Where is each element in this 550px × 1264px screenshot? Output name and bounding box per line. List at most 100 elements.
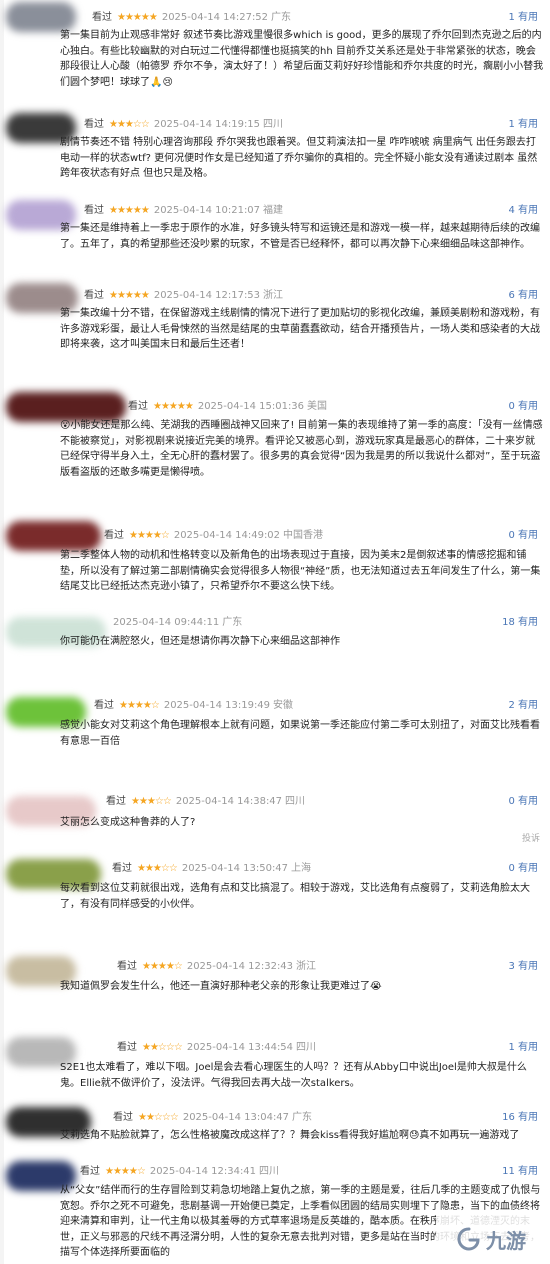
useful-vote-button[interactable]: 11 有用 — [502, 1164, 538, 1180]
watched-label: 看过 — [104, 530, 124, 541]
nine-game-logo-icon — [457, 1227, 480, 1251]
review-meta: 看过 ★★★★☆ 2025-04-14 12:32:43 浙江 — [117, 959, 316, 975]
watched-label: 看过 — [84, 119, 104, 130]
review-location: 四川 — [263, 119, 284, 130]
useful-vote-button[interactable]: 16 有用 — [502, 1110, 538, 1126]
review-text: 感觉小能女对艾莉这个角色理解根本上就有问题，如果说第一季还能应付第二季可太别扭了… — [60, 720, 540, 747]
review-meta: 看过 ★★★★★ 2025-04-14 10:21:07 福建 — [84, 203, 283, 219]
review-date: 2025-04-14 15:01:36 — [197, 401, 305, 412]
review-meta: 看过 ★★★★★ 2025-04-14 12:17:53 浙江 — [84, 288, 283, 304]
review-text: 艾丽怎么变成这种鲁莽的人了? — [60, 817, 196, 828]
review-text: 艾莉选角不贴脸就算了，怎么性格被魔改成这样了？？舞会kiss看得我好尴尬啊😓真不… — [60, 1130, 520, 1141]
watched-label: 看过 — [94, 700, 114, 711]
review-text: 😮小能女还是那么纯、芜湖我的西睡圈战神又回来了! 目前第一集的表现维持了第一季的… — [60, 420, 543, 478]
avatar[interactable] — [6, 521, 101, 551]
review-location: 美国 — [307, 401, 328, 412]
rating-stars: ★★★★☆ — [129, 530, 170, 541]
review-date: 2025-04-14 14:19:15 — [153, 119, 261, 130]
useful-vote-button[interactable]: 0 有用 — [508, 861, 538, 877]
review-date: 2025-04-14 14:49:02 — [173, 530, 281, 541]
useful-vote-button[interactable]: 1 有用 — [508, 10, 538, 26]
report-link[interactable]: 投诉 — [522, 831, 540, 844]
review-date: 2025-04-14 12:17:53 — [153, 290, 261, 301]
review-text: 剧情节奏还不错 特别心理咨询那段 乔尔哭我也跟着哭。但艾莉演法扣一星 咋咋唬唬 … — [60, 137, 538, 179]
review-text: 第一集目前为止观感非常好 叙述节奏比游戏里慢很多which is good，更多… — [60, 30, 544, 88]
rating-stars: ★★★★★ — [109, 290, 150, 301]
review-date: 2025-04-14 13:50:47 — [181, 863, 289, 874]
useful-vote-button[interactable]: 18 有用 — [502, 615, 538, 631]
watched-label: 看过 — [113, 1112, 133, 1123]
review-text: 第一集改编十分不错，在保留游戏主线剧情的情况下进行了更加贴切的影视化改编，兼顾美… — [60, 308, 540, 350]
review-meta: 看过 ★★★★★ 2025-04-14 14:27:52 广东 — [92, 10, 291, 26]
rating-stars: ★★★☆☆ — [131, 796, 172, 807]
review-location: 浙江 — [263, 290, 284, 301]
review-meta: 看过 ★★★★☆ 2025-04-14 12:34:41 四川 — [80, 1164, 279, 1180]
review-text: 你可能仍在满腔怒火，但还是想请你再次静下心来细品这部神作 — [60, 636, 340, 647]
review-meta: 看过 ★★★★★ 2025-04-14 15:01:36 美国 — [128, 399, 327, 415]
review-text: 第一集还是维持着上一季忠于原作的水准，好多镜头特写和运镜还是和游戏一模一样，越来… — [60, 223, 540, 250]
watched-label: 看过 — [112, 863, 132, 874]
review-location: 上海 — [291, 863, 312, 874]
useful-vote-button[interactable]: 6 有用 — [508, 288, 538, 304]
review-text: 我知道佩罗会发生什么，他还一直演好那种老父亲的形象让我更难过了😭 — [60, 981, 382, 992]
rating-stars: ★★☆☆☆ — [142, 1042, 183, 1053]
review-location: 四川 — [296, 1042, 317, 1053]
useful-vote-button[interactable]: 1 有用 — [508, 1040, 538, 1056]
review-meta: 2025-04-14 09:44:11 广东 — [113, 615, 242, 631]
review-meta: 看过 ★★★★☆ 2025-04-14 14:49:02 中国香港 — [104, 528, 323, 544]
useful-vote-button[interactable]: 1 有用 — [508, 117, 538, 133]
useful-vote-button[interactable]: 3 有用 — [508, 959, 538, 975]
review-text: S2E1也太难看了，难以下咽。Joel是会去看心理医生的人吗？？还有从Abby口… — [60, 1062, 527, 1089]
review-meta: 看过 ★★★☆☆ 2025-04-14 14:38:47 四川 — [106, 794, 305, 810]
review-meta: 看过 ★★☆☆☆ 2025-04-14 13:04:47 广东 — [113, 1110, 312, 1126]
useful-vote-button[interactable]: 0 有用 — [508, 399, 538, 415]
review-date: 2025-04-14 13:19:49 — [163, 700, 271, 711]
useful-vote-button[interactable]: 0 有用 — [508, 528, 538, 544]
review-meta: 看过 ★★☆☆☆ 2025-04-14 13:44:54 四川 — [117, 1040, 316, 1056]
review-location: 福建 — [263, 205, 284, 216]
watched-label: 看过 — [84, 290, 104, 301]
useful-vote-button[interactable]: 4 有用 — [508, 203, 538, 219]
rating-stars: ★★★★★ — [153, 401, 194, 412]
review-location: 浙江 — [296, 961, 317, 972]
review-location: 中国香港 — [283, 530, 324, 541]
review-date: 2025-04-14 14:38:47 — [175, 796, 283, 807]
review-meta: 看过 ★★★☆☆ 2025-04-14 13:50:47 上海 — [112, 861, 311, 877]
rating-stars: ★★★★☆ — [142, 961, 183, 972]
review-location: 四川 — [259, 1166, 280, 1177]
rating-stars: ★★★★☆ — [105, 1166, 146, 1177]
watched-label: 看过 — [80, 1166, 100, 1177]
review-location: 广东 — [222, 617, 243, 628]
review-date: 2025-04-14 12:34:41 — [149, 1166, 257, 1177]
rating-stars: ★★☆☆☆ — [138, 1112, 179, 1123]
rating-stars: ★★★★☆ — [119, 700, 160, 711]
review-text: 第二季整体人物的动机和性格转变以及新角色的出场表现过于直接，因为美末2是倒叙述事… — [60, 550, 541, 592]
review-location: 广东 — [271, 12, 292, 23]
watched-label: 看过 — [92, 12, 112, 23]
rating-stars: ★★★☆☆ — [109, 119, 150, 130]
rating-stars: ★★★★★ — [117, 12, 158, 23]
watched-label: 看过 — [84, 205, 104, 216]
review-date: 2025-04-14 12:32:43 — [186, 961, 294, 972]
site-watermark: 九游 — [436, 1214, 546, 1264]
watermark-text: 九游 — [486, 1228, 526, 1253]
rating-stars: ★★★☆☆ — [137, 863, 178, 874]
rating-stars: ★★★★★ — [109, 205, 150, 216]
useful-vote-button[interactable]: 2 有用 — [508, 698, 538, 714]
review-date: 2025-04-14 13:44:54 — [186, 1042, 294, 1053]
review-meta: 看过 ★★★☆☆ 2025-04-14 14:19:15 四川 — [84, 117, 283, 133]
review-date: 2025-04-14 10:21:07 — [153, 205, 261, 216]
review-text: 每次看到这位艾莉就很出戏，选角有点和艾比搞混了。相较于游戏，艾比选角有点瘦弱了，… — [60, 883, 530, 910]
watched-label: 看过 — [128, 401, 148, 412]
watched-label: 看过 — [106, 796, 126, 807]
watched-label: 看过 — [117, 1042, 137, 1053]
watched-label: 看过 — [117, 961, 137, 972]
review-date: 2025-04-14 14:27:52 — [161, 12, 269, 23]
review-date: 2025-04-14 09:44:11 — [113, 617, 220, 628]
review-date: 2025-04-14 13:04:47 — [182, 1112, 290, 1123]
review-location: 安徽 — [273, 700, 294, 711]
review-meta: 看过 ★★★★☆ 2025-04-14 13:19:49 安徽 — [94, 698, 293, 714]
review-location: 广东 — [292, 1112, 313, 1123]
useful-vote-button[interactable]: 0 有用 — [508, 794, 538, 810]
left-margin-strip — [0, 0, 4, 1264]
